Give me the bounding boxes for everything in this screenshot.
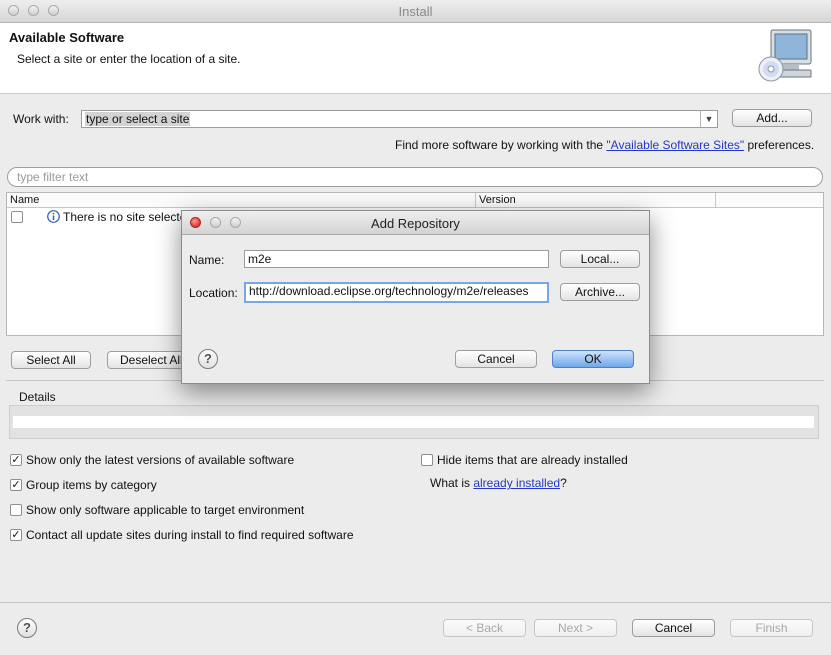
dialog-titlebar: Add Repository [182, 211, 649, 235]
work-with-combo[interactable]: type or select a site ▼ [81, 110, 718, 128]
already-installed-link[interactable]: already installed [473, 476, 560, 490]
latest-versions-checkbox[interactable]: ✓ [10, 454, 22, 466]
work-with-value: type or select a site [85, 112, 191, 126]
column-version[interactable]: Version [476, 193, 716, 207]
table-row-checkbox[interactable] [11, 211, 23, 223]
group-items-label: Group items by category [26, 478, 157, 492]
hide-installed-label: Hide items that are already installed [437, 453, 628, 467]
find-more-prefix: Find more software by working with the [395, 138, 607, 152]
name-field[interactable]: m2e [244, 250, 549, 268]
find-more-text: Find more software by working with the "… [395, 138, 814, 152]
what-is-suffix: ? [560, 476, 567, 490]
name-label: Name: [189, 253, 225, 267]
finish-button[interactable]: Finish [730, 619, 813, 637]
help-icon[interactable]: ? [17, 618, 37, 638]
group-items-checkbox[interactable]: ✓ [10, 479, 22, 491]
dialog-cancel-button[interactable]: Cancel [455, 350, 537, 368]
table-row-text: There is no site selecte [63, 210, 187, 224]
page-title: Available Software [9, 30, 125, 45]
select-all-button[interactable]: Select All [11, 351, 91, 369]
find-more-suffix: preferences. [744, 138, 815, 152]
local-button[interactable]: Local... [560, 250, 640, 268]
filter-input[interactable] [17, 169, 797, 185]
contact-sites-checkbox[interactable]: ✓ [10, 529, 22, 541]
latest-versions-label: Show only the latest versions of availab… [26, 453, 295, 467]
dialog-ok-button[interactable]: OK [552, 350, 634, 368]
footer-divider [0, 602, 831, 603]
work-with-label: Work with: [13, 112, 69, 126]
available-software-sites-link[interactable]: "Available Software Sites" [606, 138, 744, 152]
next-button[interactable]: Next > [534, 619, 617, 637]
wizard-header: Available Software Select a site or ente… [0, 23, 831, 94]
window-title: Install [398, 4, 433, 19]
details-label: Details [19, 390, 56, 404]
location-label: Location: [189, 286, 238, 300]
deselect-all-button[interactable]: Deselect All [107, 351, 187, 369]
back-button[interactable]: < Back [443, 619, 526, 637]
cancel-button[interactable]: Cancel [632, 619, 715, 637]
contact-sites-label: Contact all update sites during install … [26, 528, 354, 542]
computer-cd-icon [758, 29, 812, 82]
applicable-only-checkbox[interactable] [10, 504, 22, 516]
add-repository-dialog: Add Repository Name: m2e Local... Locati… [181, 210, 650, 384]
column-name[interactable]: Name [7, 193, 476, 207]
location-field[interactable]: http://download.eclipse.org/technology/m… [244, 282, 549, 303]
details-box [9, 405, 819, 439]
archive-button[interactable]: Archive... [560, 283, 640, 301]
what-is-text: What is already installed? [430, 476, 567, 490]
window-titlebar: Install [0, 0, 831, 23]
hide-installed-checkbox[interactable] [421, 454, 433, 466]
add-site-button[interactable]: Add... [732, 109, 812, 127]
details-content [13, 416, 814, 428]
filter-field[interactable] [7, 167, 823, 187]
dialog-help-icon[interactable]: ? [198, 349, 218, 369]
applicable-only-label: Show only software applicable to target … [26, 503, 305, 517]
page-subtitle: Select a site or enter the location of a… [17, 52, 241, 66]
info-icon [47, 210, 60, 223]
chevron-down-icon[interactable]: ▼ [700, 111, 717, 127]
dialog-title: Add Repository [371, 216, 460, 231]
table-header: Name Version [7, 193, 823, 208]
what-is-prefix: What is [430, 476, 474, 490]
